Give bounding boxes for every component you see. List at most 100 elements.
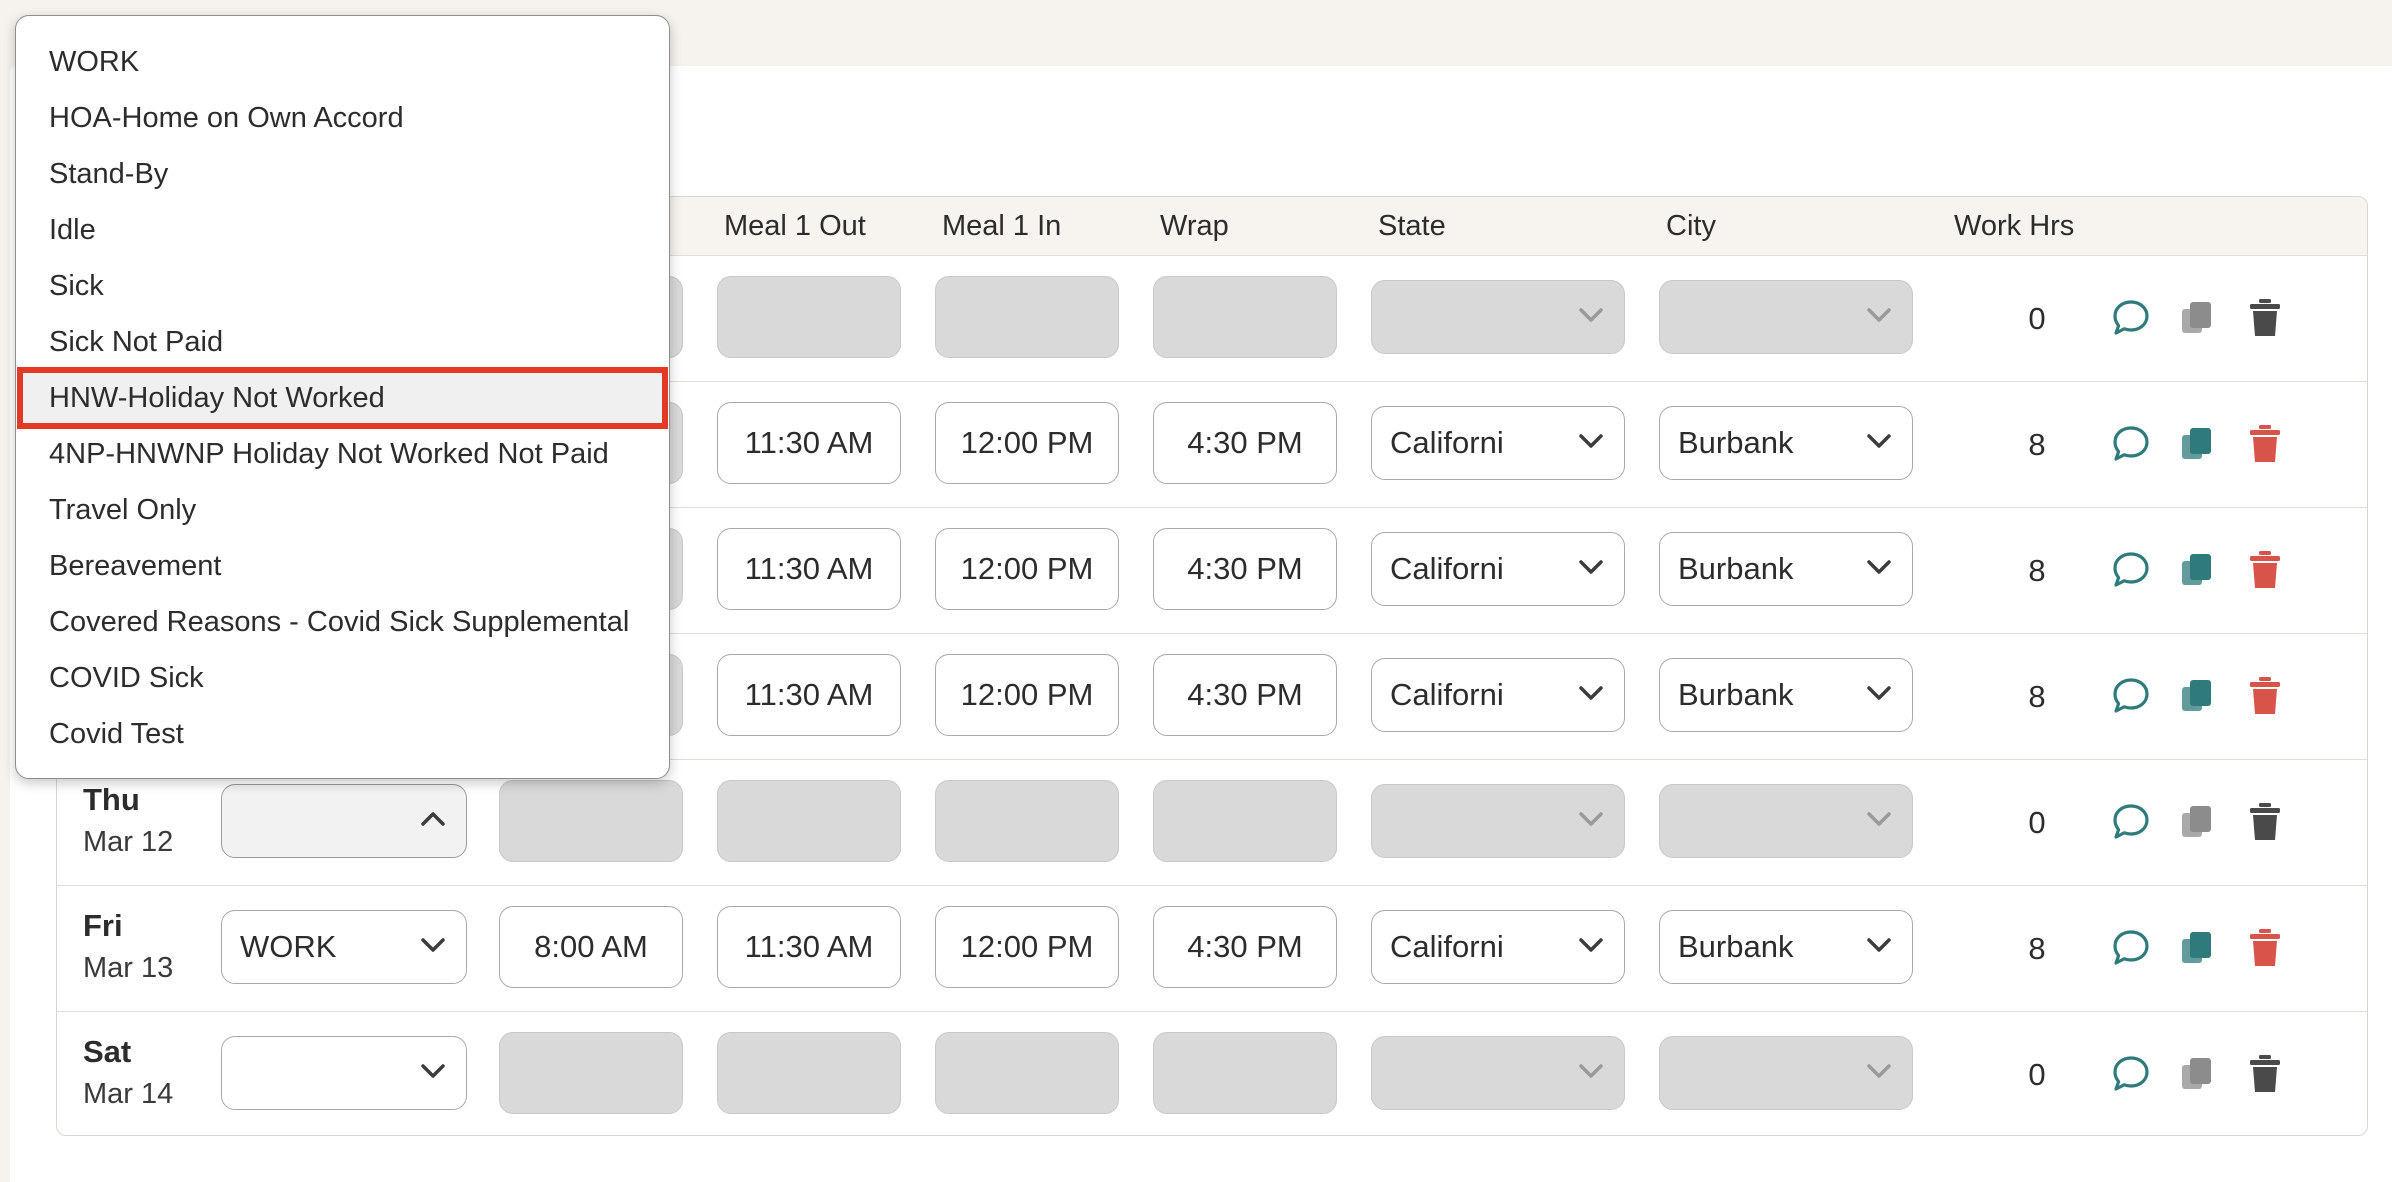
state-select[interactable] — [1371, 1036, 1625, 1110]
chevron-down-icon — [1867, 812, 1891, 826]
meal1-out-input[interactable]: 11:30 AM — [717, 528, 901, 610]
comment-button[interactable] — [2109, 296, 2153, 340]
row-day: Fri — [83, 908, 123, 943]
call-time-input[interactable]: 8:00 AM — [499, 906, 683, 988]
city-select[interactable]: Burbank — [1659, 406, 1913, 480]
meal1-in-input[interactable]: 12:00 PM — [935, 654, 1119, 736]
speech-bubble-icon — [2113, 678, 2149, 713]
wrap-time-input[interactable] — [1153, 1032, 1337, 1114]
wrap-time-input[interactable] — [1153, 780, 1337, 862]
comment-button[interactable] — [2109, 800, 2153, 844]
copy-button[interactable] — [2175, 1052, 2219, 1096]
meal1-in-input[interactable]: 12:00 PM — [935, 402, 1119, 484]
state-select[interactable] — [1371, 280, 1625, 354]
speech-bubble-icon — [2113, 930, 2149, 965]
dropdown-option[interactable]: Covid Test — [16, 706, 669, 762]
copy-button[interactable] — [2175, 926, 2219, 970]
trash-icon — [2250, 299, 2280, 336]
chevron-down-icon — [1867, 938, 1891, 952]
state-select[interactable]: Californi — [1371, 406, 1625, 480]
chevron-down-icon — [1579, 938, 1603, 952]
speech-bubble-icon — [2113, 1056, 2149, 1091]
meal1-in-input[interactable]: 12:00 PM — [935, 528, 1119, 610]
meal1-in-input[interactable]: 12:00 PM — [935, 906, 1119, 988]
dropdown-option[interactable]: Travel Only — [16, 482, 669, 538]
copy-icon — [2182, 932, 2211, 963]
meal1-out-input[interactable]: 11:30 AM — [717, 906, 901, 988]
delete-button[interactable] — [2243, 422, 2287, 466]
wrap-time-input[interactable]: 4:30 PM — [1153, 528, 1337, 610]
work-type-select[interactable] — [221, 1036, 467, 1110]
comment-button[interactable] — [2109, 926, 2153, 970]
delete-button[interactable] — [2243, 926, 2287, 970]
city-select[interactable]: Burbank — [1659, 658, 1913, 732]
copy-icon — [2182, 680, 2211, 711]
meal1-out-input[interactable] — [717, 780, 901, 862]
dropdown-option[interactable]: WORK — [16, 34, 669, 90]
work-hours-value: 8 — [2028, 931, 2046, 966]
wrap-time-input[interactable]: 4:30 PM — [1153, 402, 1337, 484]
state-select[interactable] — [1371, 784, 1625, 858]
copy-button[interactable] — [2175, 548, 2219, 592]
meal1-in-input[interactable] — [935, 1032, 1119, 1114]
meal1-out-input[interactable] — [717, 276, 901, 358]
dropdown-option[interactable]: Idle — [16, 202, 669, 258]
state-select[interactable]: Californi — [1371, 910, 1625, 984]
dropdown-option[interactable]: HNW-Holiday Not Worked — [17, 367, 668, 429]
comment-button[interactable] — [2109, 674, 2153, 718]
call-time-input[interactable] — [499, 780, 683, 862]
delete-button[interactable] — [2243, 674, 2287, 718]
state-select[interactable]: Californi — [1371, 532, 1625, 606]
city-select[interactable] — [1659, 1036, 1913, 1110]
wrap-time-input[interactable]: 4:30 PM — [1153, 654, 1337, 736]
delete-button[interactable] — [2243, 548, 2287, 592]
row-date: Mar 12 — [83, 826, 174, 858]
delete-button[interactable] — [2243, 800, 2287, 844]
meal1-in-input[interactable] — [935, 276, 1119, 358]
wrap-time-input[interactable] — [1153, 276, 1337, 358]
dropdown-option[interactable]: Covered Reasons - Covid Sick Supplementa… — [16, 594, 669, 650]
city-select[interactable] — [1659, 280, 1913, 354]
meal1-out-input[interactable]: 11:30 AM — [717, 654, 901, 736]
table-row: Fri Mar 13 WORK 8:00 AM 11:30 AM 12:00 P… — [57, 886, 2367, 1012]
meal1-out-input[interactable]: 11:30 AM — [717, 402, 901, 484]
delete-button[interactable] — [2243, 296, 2287, 340]
work-hours-value: 8 — [2028, 679, 2046, 714]
chevron-up-icon — [421, 812, 445, 826]
dropdown-option[interactable]: Stand-By — [16, 146, 669, 202]
work-type-select[interactable] — [221, 784, 467, 858]
chevron-down-icon — [1579, 686, 1603, 700]
dropdown-option[interactable]: Bereavement — [16, 538, 669, 594]
city-select[interactable]: Burbank — [1659, 910, 1913, 984]
call-time-input[interactable] — [499, 1032, 683, 1114]
dropdown-option[interactable]: HOA-Home on Own Accord — [16, 90, 669, 146]
comment-button[interactable] — [2109, 422, 2153, 466]
copy-icon — [2182, 554, 2211, 585]
work-type-dropdown-menu[interactable]: WORK HOA-Home on Own Accord Stand-By Idle Si… — [15, 15, 670, 779]
dropdown-option[interactable]: COVID Sick — [16, 650, 669, 706]
wrap-time-input[interactable]: 4:30 PM — [1153, 906, 1337, 988]
copy-button[interactable] — [2175, 422, 2219, 466]
copy-button[interactable] — [2175, 800, 2219, 844]
work-hours-value: 0 — [2028, 805, 2046, 840]
copy-button[interactable] — [2175, 296, 2219, 340]
header-wrap: Wrap — [1160, 210, 1229, 242]
speech-bubble-icon — [2113, 804, 2149, 839]
comment-button[interactable] — [2109, 1052, 2153, 1096]
city-select[interactable] — [1659, 784, 1913, 858]
dropdown-option[interactable]: 4NP-HNWNP Holiday Not Worked Not Paid — [16, 426, 669, 482]
dropdown-option[interactable]: Sick — [16, 258, 669, 314]
trash-icon — [2250, 929, 2280, 966]
work-type-select[interactable]: WORK — [221, 910, 467, 984]
meal1-in-input[interactable] — [935, 780, 1119, 862]
city-select[interactable]: Burbank — [1659, 532, 1913, 606]
dropdown-option[interactable]: Sick Not Paid — [16, 314, 669, 370]
delete-button[interactable] — [2243, 1052, 2287, 1096]
chevron-down-icon — [1867, 308, 1891, 322]
comment-button[interactable] — [2109, 548, 2153, 592]
chevron-down-icon — [1867, 434, 1891, 448]
copy-button[interactable] — [2175, 674, 2219, 718]
state-select[interactable]: Californi — [1371, 658, 1625, 732]
meal1-out-input[interactable] — [717, 1032, 901, 1114]
chevron-down-icon — [421, 1064, 445, 1078]
